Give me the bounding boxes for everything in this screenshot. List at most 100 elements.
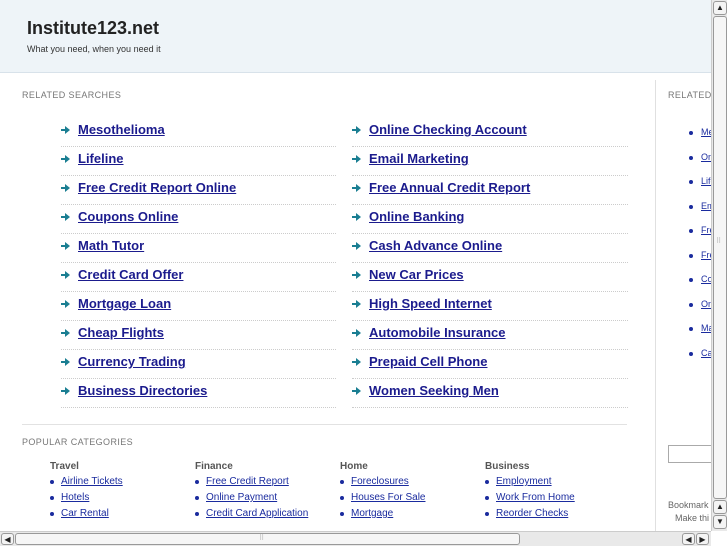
related-search-link[interactable]: Currency Trading [78,354,186,369]
grip-icon: ⠿ [716,238,722,245]
category-link[interactable]: Car Rental [50,508,190,524]
arrow-right-icon [61,126,70,135]
right-arrow-icon: ▶ [699,535,706,544]
category-heading: Home [340,461,368,472]
site-tagline: What you need, when you need it [27,44,161,54]
related-search-item: Lifeline [61,147,336,176]
category-link[interactable]: Reorder Checks [485,508,625,524]
category-heading: Travel [50,461,79,472]
scroll-up-button-lower[interactable]: ▲ [713,500,727,514]
site-header: Institute123.net What you need, when you… [0,0,711,73]
arrow-right-icon [352,126,361,135]
related-search-item: Currency Trading [61,350,336,379]
arrow-right-icon [61,329,70,338]
arrow-right-icon [352,155,361,164]
category-link[interactable]: Houses For Sale [340,492,480,508]
related-search-link[interactable]: Free Annual Credit Report [369,180,530,195]
related-search-link[interactable]: Lifeline [78,151,124,166]
related-search-item: Automobile Insurance [352,321,628,350]
arrow-right-icon [352,271,361,280]
horizontal-scroll-thumb[interactable]: ⠿ [15,533,520,545]
related-search-item: Cheap Flights [61,321,336,350]
related-search-item: Math Tutor [61,234,336,263]
left-arrow-icon: ◀ [685,535,692,544]
bullet-icon [689,155,693,160]
scroll-left-button[interactable]: ◀ [1,533,14,545]
category-link[interactable]: Mortgage [340,508,480,524]
arrow-right-icon [61,242,70,251]
category-link[interactable]: Employment [485,476,625,492]
down-arrow-icon: ▼ [716,517,724,526]
related-search-link[interactable]: Business Directories [78,383,207,398]
related-search-link[interactable]: Prepaid Cell Phone [369,354,487,369]
arrow-right-icon [352,358,361,367]
related-search-item: Cash Advance Online [352,234,628,263]
related-search-link[interactable]: Free Credit Report Online [78,180,236,195]
vertical-scroll-thumb[interactable]: ⠿ [713,16,727,499]
bookmark-text[interactable]: Bookmark [668,500,712,510]
related-search-link[interactable]: Automobile Insurance [369,325,506,340]
bullet-icon [689,278,693,282]
related-search-link[interactable]: Online Banking [369,209,464,224]
category-link[interactable]: Hotels [50,492,190,508]
arrow-right-icon [61,358,70,367]
related-searches-label: RELATED SEARCHES [22,90,122,100]
category-link[interactable]: Free Credit Report [195,476,335,492]
category-link[interactable]: Airline Tickets [50,476,190,492]
related-search-link[interactable]: Mesothelioma [78,122,165,137]
scroll-right-button[interactable]: ▶ [696,533,709,545]
category-link[interactable]: Foreclosures [340,476,480,492]
scroll-down-button[interactable]: ▼ [713,515,727,529]
category-link[interactable]: Online Payment [195,492,335,508]
bullet-icon [689,351,693,356]
bullet-icon [689,229,693,233]
arrow-right-icon [352,387,361,396]
related-search-item: Credit Card Offer [61,263,336,292]
site-title[interactable]: Institute123.net [27,18,159,39]
left-arrow-icon: ◀ [4,535,11,544]
category-link[interactable]: Credit Card Application [195,508,335,524]
sidebar-search-input[interactable] [668,445,714,463]
related-search-item: Email Marketing [352,147,628,176]
related-search-link[interactable]: High Speed Internet [369,296,492,311]
arrow-right-icon [61,213,70,222]
bullet-icon [689,302,693,307]
related-search-link[interactable]: Women Seeking Men [369,383,499,398]
section-divider [22,424,627,425]
related-search-link[interactable]: Email Marketing [369,151,469,166]
horizontal-scrollbar[interactable]: ◀ ⠿ ◀ ▶ [0,531,711,546]
related-search-link[interactable]: Math Tutor [78,238,144,253]
related-search-link[interactable]: New Car Prices [369,267,464,282]
related-search-item: Free Annual Credit Report [352,176,628,205]
related-search-item: Free Credit Report Online [61,176,336,205]
related-search-item: Mortgage Loan [61,292,336,321]
scroll-left-button-right[interactable]: ◀ [682,533,695,545]
right-sidebar: RELATED MeOnLifeEmFreFreCoOnMaCa Bookmar… [655,80,714,531]
related-search-link[interactable]: Coupons Online [78,209,178,224]
category-heading: Business [485,461,530,472]
related-search-item: High Speed Internet [352,292,628,321]
arrow-right-icon [61,271,70,280]
bullet-icon [689,204,693,209]
related-search-item: New Car Prices [352,263,628,292]
arrow-right-icon [352,184,361,193]
arrow-right-icon [61,184,70,193]
bullet-icon [689,131,693,135]
related-search-link[interactable]: Cheap Flights [78,325,164,340]
arrow-right-icon [352,329,361,338]
popular-categories-label: POPULAR CATEGORIES [22,437,134,447]
related-search-link[interactable]: Cash Advance Online [369,238,502,253]
related-search-item: Coupons Online [61,205,336,234]
related-search-link[interactable]: Credit Card Offer [78,267,183,282]
category-column: Finance Free Credit Report Online Payment C… [195,461,335,524]
vertical-scrollbar[interactable]: ▲ ⠿ ▲ ▼ [711,0,727,531]
related-search-item: Prepaid Cell Phone [352,350,628,379]
related-search-item: Business Directories [61,379,336,408]
category-heading: Finance [195,461,233,472]
bullet-icon [689,180,693,184]
related-search-link[interactable]: Online Checking Account [369,122,527,137]
related-search-item: Women Seeking Men [352,379,628,408]
related-search-link[interactable]: Mortgage Loan [78,296,171,311]
scroll-up-button[interactable]: ▲ [713,1,727,15]
category-link[interactable]: Work From Home [485,492,625,508]
